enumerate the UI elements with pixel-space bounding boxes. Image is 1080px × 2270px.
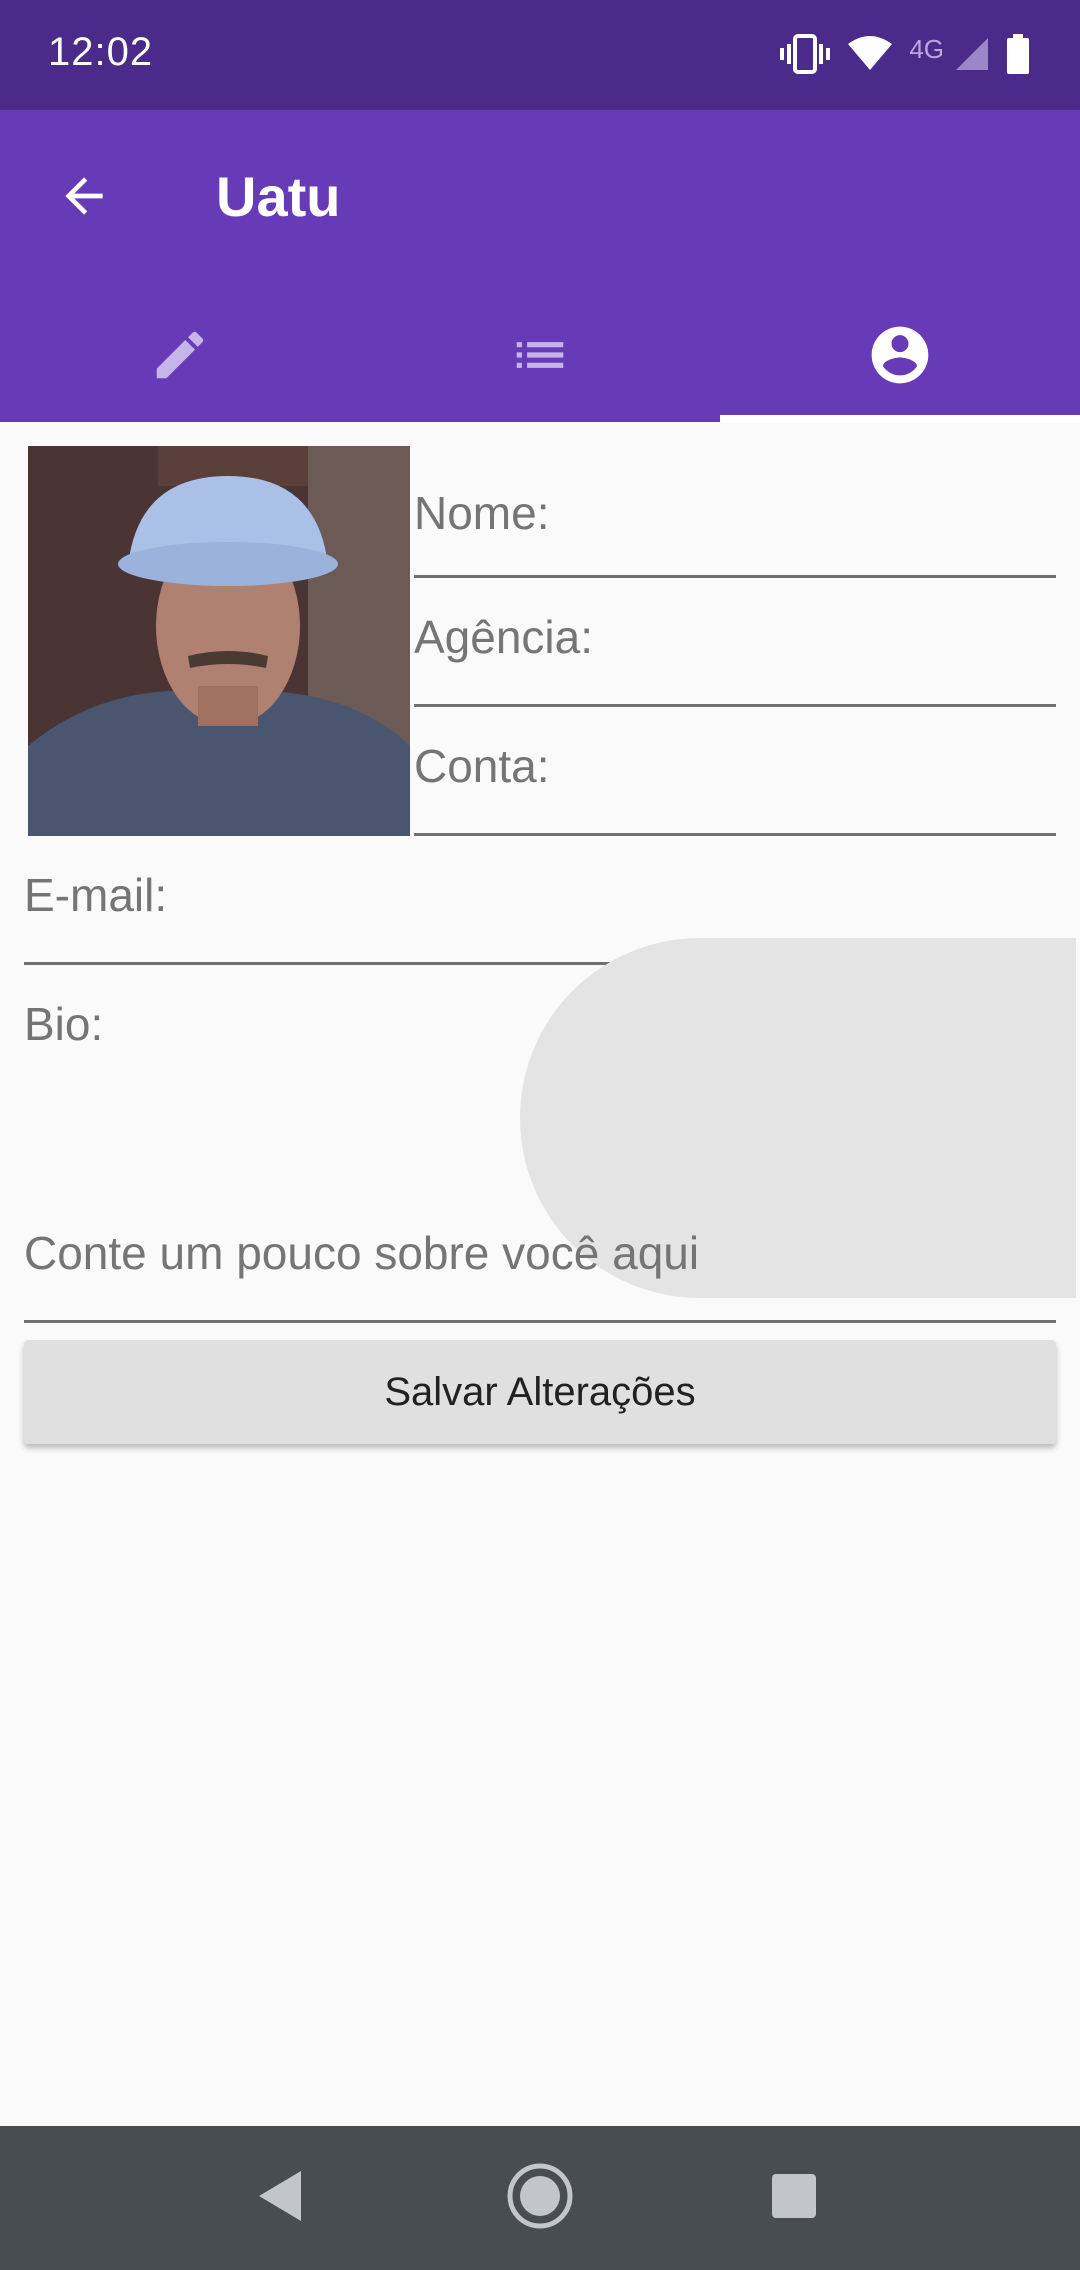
bio-field[interactable]: Bio: Conte um pouco sobre você aqui xyxy=(24,938,1076,1323)
agency-label: Agência: xyxy=(414,611,594,663)
vibrate-icon xyxy=(779,33,831,79)
bio-placeholder: Conte um pouco sobre você aqui xyxy=(24,1227,700,1279)
tab-profile[interactable] xyxy=(720,292,1080,422)
tab-bar xyxy=(0,292,1080,422)
nav-back-button[interactable] xyxy=(244,2162,316,2234)
agency-field[interactable]: Agência: xyxy=(414,578,1056,707)
name-field[interactable]: Nome: xyxy=(414,462,1056,578)
pencil-icon xyxy=(149,324,211,391)
nav-home-button[interactable] xyxy=(504,2162,576,2234)
back-button[interactable] xyxy=(46,160,122,236)
arrow-back-icon xyxy=(56,168,112,229)
email-label: E-mail: xyxy=(24,869,168,921)
home-circle-icon xyxy=(506,2162,574,2235)
wifi-icon xyxy=(847,35,893,77)
list-icon xyxy=(509,324,571,391)
bio-label: Bio: xyxy=(24,998,104,1050)
battery-icon xyxy=(1006,33,1030,79)
app-title: Uatu xyxy=(216,165,341,228)
tab-list[interactable] xyxy=(360,292,720,422)
status-time: 12:02 xyxy=(48,30,154,74)
nav-recents-button[interactable] xyxy=(758,2162,830,2234)
avatar[interactable] xyxy=(28,446,410,836)
name-label: Nome: xyxy=(414,487,550,539)
app-bar: Uatu xyxy=(0,110,1080,422)
account-field[interactable]: Conta: xyxy=(414,707,1056,836)
tab-edit[interactable] xyxy=(0,292,360,422)
account-circle-icon xyxy=(866,321,934,394)
system-nav-bar xyxy=(0,2126,1080,2270)
back-triangle-icon xyxy=(255,2169,305,2228)
account-label: Conta: xyxy=(414,740,550,792)
network-type-label: 4G xyxy=(909,33,944,64)
save-changes-button[interactable]: Salvar Alterações xyxy=(24,1340,1056,1444)
recents-square-icon xyxy=(770,2172,818,2225)
status-bar: 12:02 4G xyxy=(0,0,1080,110)
signal-icon xyxy=(954,36,990,77)
